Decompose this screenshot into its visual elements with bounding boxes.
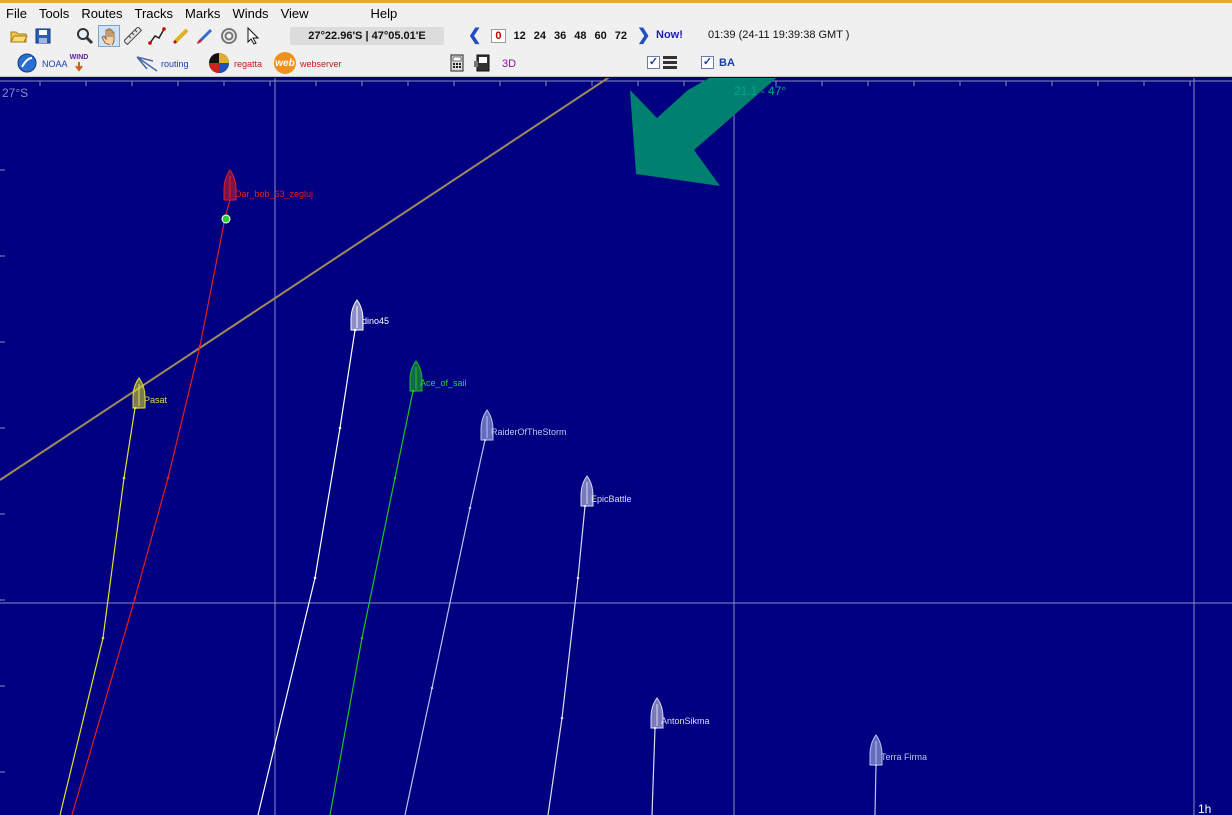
waypoint-marker-icon[interactable] — [221, 214, 231, 224]
layers-icon[interactable] — [662, 54, 678, 70]
boat-label: Pasat — [144, 395, 168, 405]
hour-36[interactable]: 36 — [554, 30, 566, 42]
ruler-icon[interactable] — [122, 25, 144, 47]
routing-label[interactable]: routing — [161, 59, 189, 69]
boat-label: dino45 — [362, 316, 389, 326]
noaa-label[interactable]: NOAA — [42, 59, 68, 69]
hour-72[interactable]: 72 — [615, 30, 627, 42]
boat-label: AntonSikma — [661, 716, 710, 726]
menu-routes[interactable]: Routes — [75, 3, 128, 24]
next-hour-arrow-icon[interactable]: ❯ — [637, 28, 650, 44]
ba-label: BA — [719, 57, 735, 69]
calculator-icon[interactable] — [448, 53, 466, 73]
track-point — [133, 406, 137, 410]
route-icon[interactable] — [146, 25, 168, 47]
webserver-icon-label: web — [275, 57, 295, 69]
layers-checkbox[interactable]: ✓ — [647, 56, 660, 69]
track-point — [560, 716, 564, 720]
3d-button[interactable]: 3D — [502, 58, 516, 70]
wind-icon-label: WIND — [69, 54, 89, 61]
open-folder-icon[interactable] — [8, 25, 30, 47]
webserver-icon[interactable]: web — [274, 52, 296, 74]
scale-label: 1h — [1198, 802, 1211, 815]
hour-48[interactable]: 48 — [574, 30, 586, 42]
ba-checkbox[interactable]: ✓ — [701, 56, 714, 69]
device-icon[interactable] — [472, 53, 494, 73]
track-point — [122, 476, 126, 480]
track-point — [313, 576, 317, 580]
hour-24[interactable]: 24 — [534, 30, 546, 42]
track-point — [338, 426, 342, 430]
track-point — [874, 763, 878, 767]
forecast-hour-selector: ❮ 0 12 24 36 48 60 72 ❯ — [462, 26, 656, 46]
track-point — [360, 636, 364, 640]
track-point — [583, 504, 587, 508]
menu-tracks[interactable]: Tracks — [129, 3, 180, 24]
menu-tools[interactable]: Tools — [33, 3, 75, 24]
boat-label: EpicBattle — [591, 494, 632, 504]
wind-label: 21.1 - 47° — [734, 84, 786, 98]
webserver-label[interactable]: webserver — [300, 59, 342, 69]
app-window: File Tools Routes Tracks Marks Winds Vie… — [0, 0, 1232, 815]
track-point — [468, 506, 472, 510]
regatta-icon[interactable] — [207, 52, 231, 74]
track-point — [411, 389, 415, 393]
hour-0[interactable]: 0 — [491, 29, 506, 43]
time-display: 01:39 (24-11 19:39:38 GMT ) — [708, 29, 850, 41]
track-point — [353, 328, 357, 332]
zoom-icon[interactable] — [74, 25, 96, 47]
prev-hour-arrow-icon[interactable]: ❮ — [468, 28, 481, 44]
track-point — [101, 636, 105, 640]
boat-label: Dar_bob_63_zegluj — [235, 189, 313, 199]
map-canvas[interactable]: 27°S 21.1 - 47° 1h Dar_bob_63_zeglujdino… — [0, 78, 1232, 815]
track-point — [483, 438, 487, 442]
boat-label: Terra Firma — [881, 752, 927, 762]
track-point — [653, 726, 657, 730]
menu-help[interactable]: Help — [365, 3, 404, 24]
track-point — [166, 476, 170, 480]
track-point — [430, 686, 434, 690]
hour-12[interactable]: 12 — [514, 30, 526, 42]
boat-label: Ace_of_sail — [420, 378, 467, 388]
menu-file[interactable]: File — [0, 3, 33, 24]
boat-label: RaiderOfTheStorm — [491, 427, 567, 437]
now-button[interactable]: Now! — [656, 29, 683, 41]
menu-view[interactable]: View — [275, 3, 315, 24]
menu-marks[interactable]: Marks — [179, 3, 226, 24]
regatta-label[interactable]: regatta — [234, 59, 262, 69]
menu-bar: File Tools Routes Tracks Marks Winds Vie… — [0, 3, 1232, 24]
track-point — [393, 476, 397, 480]
noaa-globe-icon[interactable] — [16, 52, 38, 74]
pointer-icon[interactable] — [242, 25, 264, 47]
paint-icon[interactable] — [194, 25, 216, 47]
pencil-icon[interactable] — [170, 25, 192, 47]
latitude-label: 27°S — [2, 86, 28, 100]
target-icon[interactable] — [218, 25, 240, 47]
hour-60[interactable]: 60 — [595, 30, 607, 42]
save-icon[interactable] — [32, 25, 54, 47]
track-point — [198, 344, 202, 348]
coordinate-readout: 27°22.96'S | 47°05.01'E — [290, 27, 444, 45]
sea-background — [0, 78, 1232, 815]
track-point — [133, 596, 137, 600]
pan-hand-icon[interactable] — [98, 25, 120, 47]
menu-winds[interactable]: Winds — [226, 3, 274, 24]
track-point — [576, 576, 580, 580]
routing-icon[interactable] — [134, 52, 160, 74]
map-view[interactable]: 27°S 21.1 - 47° 1h Dar_bob_63_zeglujdino… — [0, 78, 1232, 815]
wind-icon[interactable]: WIND — [68, 52, 90, 74]
